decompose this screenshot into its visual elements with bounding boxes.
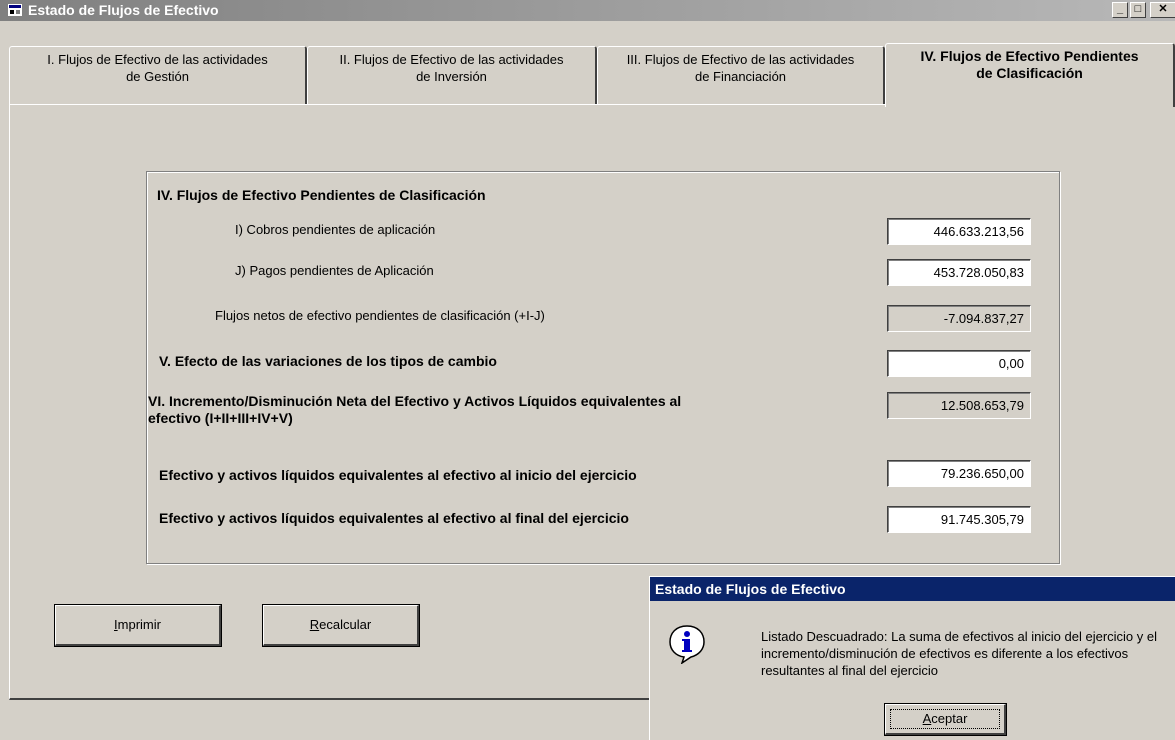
window-title: Estado de Flujos de Efectivo (28, 2, 219, 18)
tab-label-line1: I. Flujos de Efectivo de las actividades (47, 52, 268, 67)
tab-label-line2: de Clasificación (976, 65, 1083, 81)
tab-label-line2: de Gestión (126, 69, 189, 84)
imprimir-button[interactable]: Imprimir (54, 604, 222, 647)
minimize-button[interactable]: _ (1112, 2, 1128, 18)
incremento-label-line2: efectivo (I+II+III+IV+V) (148, 410, 293, 426)
cobros-field[interactable]: 446.633.213,56 (887, 218, 1031, 245)
tab-label-line2: de Financiación (694, 69, 787, 84)
app-icon (8, 4, 22, 16)
netos-label: Flujos netos de efectivo pendientes de c… (215, 308, 545, 323)
efecto-label: V. Efecto de las variaciones de los tipo… (159, 353, 497, 369)
netos-field: -7.094.837,27 (887, 305, 1031, 332)
recalcular-button[interactable]: Recalcular (262, 604, 420, 647)
final-label: Efectivo y activos líquidos equivalentes… (159, 510, 629, 526)
incremento-label-line1: VI. Incremento/Disminución Neta del Efec… (148, 393, 682, 409)
inicio-field[interactable]: 79.236.650,00 (887, 460, 1031, 487)
recalcular-accel: R (309, 617, 320, 632)
pagos-field[interactable]: 453.728.050,83 (887, 259, 1031, 286)
imprimir-label: mprimir (117, 617, 161, 632)
pagos-label: J) Pagos pendientes de Aplicación (235, 263, 434, 278)
final-field[interactable]: 91.745.305,79 (887, 506, 1031, 533)
tab-label-line2: de Inversión (416, 69, 487, 84)
tab-gestion[interactable]: I. Flujos de Efectivo de las actividades… (9, 46, 307, 104)
aceptar-button[interactable]: Aceptar (884, 703, 1007, 736)
tab-label-line1: II. Flujos de Efectivo de las actividade… (339, 52, 564, 67)
tab-pendientes-clasificacion[interactable]: IV. Flujos de Efectivo Pendientes de Cla… (885, 43, 1175, 107)
window-title-bar[interactable]: Estado de Flujos de Efectivo _ □ ✕ (0, 0, 1175, 21)
focus-rect (890, 709, 1000, 729)
info-icon (669, 625, 705, 664)
close-button[interactable]: ✕ (1150, 2, 1175, 18)
tab-financiacion[interactable]: III. Flujos de Efectivo de las actividad… (597, 46, 885, 104)
incremento-field: 12.508.653,79 (887, 392, 1031, 419)
inicio-label: Efectivo y activos líquidos equivalentes… (159, 467, 637, 483)
section-heading: IV. Flujos de Efectivo Pendientes de Cla… (157, 187, 486, 203)
maximize-button[interactable]: □ (1130, 2, 1146, 18)
dialog-message: Listado Descuadrado: La suma de efectivo… (761, 629, 1157, 678)
efecto-field[interactable]: 0,00 (887, 350, 1031, 377)
tab-label-line1: IV. Flujos de Efectivo Pendientes (920, 48, 1139, 64)
tab-label-line1: III. Flujos de Efectivo de las actividad… (626, 52, 855, 67)
recalcular-label: ecalcular (319, 617, 372, 632)
cobros-label: I) Cobros pendientes de aplicación (235, 222, 436, 237)
tab-inversion[interactable]: II. Flujos de Efectivo de las actividade… (307, 46, 597, 104)
message-dialog: Estado de Flujos de Efectivo Listado Des… (649, 576, 1175, 740)
dialog-title[interactable]: Estado de Flujos de Efectivo (650, 577, 1175, 601)
